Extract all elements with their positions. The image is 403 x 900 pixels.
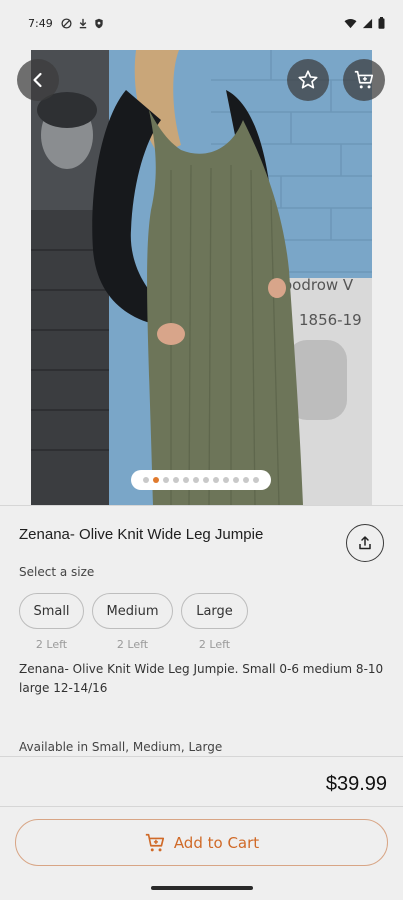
do-not-disturb-icon: [61, 17, 72, 29]
size-selector: Small 2 Left Medium 2 Left Large 2 Left: [19, 593, 248, 651]
carousel-dot[interactable]: [243, 477, 249, 483]
back-arrow-icon: [33, 72, 42, 88]
product-photo-illustration: oodrow V 1856-19: [31, 50, 372, 505]
carousel-dot[interactable]: [253, 477, 259, 483]
carousel-dot[interactable]: [223, 477, 229, 483]
shield-icon: [95, 18, 103, 28]
status-time: 7:49: [28, 16, 53, 30]
wifi-icon: [344, 18, 357, 28]
back-button[interactable]: [17, 59, 59, 101]
size-option-small: Small 2 Left: [19, 593, 84, 651]
carousel-dot[interactable]: [143, 477, 149, 483]
favorite-button[interactable]: [287, 59, 329, 101]
add-to-cart-label: Add to Cart: [173, 833, 260, 852]
product-description: Zenana- Olive Knit Wide Leg Jumpie. Smal…: [19, 662, 384, 695]
size-chip-small[interactable]: Small: [19, 593, 84, 629]
carousel-indicator[interactable]: [131, 470, 271, 490]
home-indicator[interactable]: [151, 886, 253, 890]
carousel-dot[interactable]: [183, 477, 189, 483]
status-icons-left: [61, 17, 104, 29]
product-image-carousel[interactable]: oodrow V 1856-19: [0, 46, 403, 505]
svg-text:1856-19: 1856-19: [299, 311, 362, 329]
size-stock-small: 2 Left: [35, 638, 68, 651]
add-to-cart-button[interactable]: Add to Cart: [15, 819, 388, 866]
carousel-dot[interactable]: [233, 477, 239, 483]
signal-icon: [362, 18, 373, 28]
carousel-dot[interactable]: [153, 477, 159, 483]
availability-text: Available in Small, Medium, Large: [19, 740, 223, 754]
size-stock-large: 2 Left: [198, 638, 231, 651]
download-icon: [79, 18, 86, 28]
size-option-large: Large 2 Left: [181, 593, 248, 651]
size-stock-medium: 2 Left: [116, 638, 149, 651]
size-chip-medium[interactable]: Medium: [92, 593, 173, 629]
size-chip-large[interactable]: Large: [181, 593, 248, 629]
share-icon: [359, 536, 371, 550]
carousel-dot[interactable]: [203, 477, 209, 483]
svg-text:oodrow V: oodrow V: [283, 276, 354, 294]
divider: [0, 505, 403, 506]
share-button[interactable]: [346, 524, 384, 562]
divider: [0, 806, 403, 807]
star-icon: [298, 70, 318, 89]
battery-icon: [378, 17, 385, 29]
divider: [0, 756, 403, 757]
product-price: $39.99: [325, 773, 387, 795]
status-bar: 7:49: [0, 0, 403, 46]
carousel-dot[interactable]: [213, 477, 219, 483]
size-option-medium: Medium 2 Left: [92, 593, 173, 651]
cart-button[interactable]: [343, 59, 385, 101]
product-photo: oodrow V 1856-19: [31, 50, 372, 505]
carousel-dot[interactable]: [193, 477, 199, 483]
size-prompt: Select a size: [19, 565, 95, 579]
cart-icon: [145, 833, 164, 851]
carousel-dot[interactable]: [173, 477, 179, 483]
carousel-dot[interactable]: [163, 477, 169, 483]
product-title: Zenana- Olive Knit Wide Leg Jumpie: [19, 526, 264, 543]
status-icons-right: [344, 17, 385, 29]
cart-icon: [354, 70, 374, 89]
